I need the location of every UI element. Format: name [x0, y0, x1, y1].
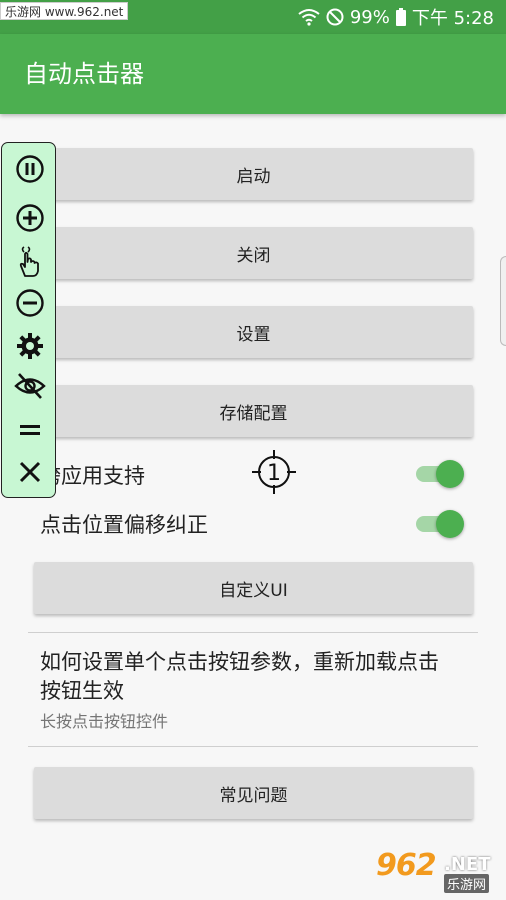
eye-off-icon[interactable]	[13, 369, 47, 403]
divider	[28, 632, 478, 633]
tap-hand-icon[interactable]	[13, 245, 47, 279]
crosshair-number: 1	[267, 461, 281, 486]
offset-fix-switch[interactable]	[416, 508, 464, 540]
status-icons: 99% 下午 5:28	[298, 0, 494, 34]
floating-toolbar	[1, 142, 56, 498]
battery-percent: 99%	[349, 6, 390, 28]
custom-ui-button[interactable]: 自定义UI	[34, 562, 473, 614]
wifi-icon	[298, 8, 320, 26]
click-target-crosshair[interactable]: 1	[252, 450, 296, 494]
switch-thumb	[436, 510, 464, 538]
divider	[28, 746, 478, 747]
save-config-button[interactable]: 存储配置	[34, 385, 473, 437]
equals-icon[interactable]	[13, 413, 47, 447]
edge-panel-handle[interactable]	[500, 256, 506, 346]
gear-icon[interactable]	[13, 329, 47, 363]
help-subtitle: 长按点击按钮控件	[40, 712, 169, 731]
faq-button[interactable]: 常见问题	[34, 767, 473, 819]
close-button[interactable]: 关闭	[34, 227, 473, 279]
app-title: 自动点击器	[24, 60, 144, 88]
status-bar: 乐游网 www.962.net 99% 下午 5:28	[0, 0, 506, 34]
watermark-net: .NET	[444, 854, 491, 875]
do-not-disturb-icon	[326, 8, 344, 26]
watermark-number: 962	[376, 848, 437, 883]
battery-icon	[395, 8, 406, 26]
offset-fix-label: 点击位置偏移纠正	[40, 513, 208, 537]
settings-button[interactable]: 设置	[34, 306, 473, 358]
help-title[interactable]: 如何设置单个点击按钮参数，重新加载点击按钮生效	[40, 648, 440, 706]
plus-icon[interactable]	[13, 201, 47, 235]
watermark-cn: 乐游网	[444, 874, 490, 893]
pause-icon[interactable]	[13, 152, 47, 186]
cross-app-switch[interactable]	[416, 458, 464, 490]
clock: 下午 5:28	[411, 8, 494, 29]
app-bar: 自动点击器	[0, 34, 506, 114]
start-button[interactable]: 启动	[34, 148, 473, 200]
watermark-logo: 962 .NET 乐游网	[372, 848, 500, 894]
close-icon[interactable]	[13, 455, 47, 489]
minus-icon[interactable]	[13, 286, 47, 320]
watermark-top: 乐游网 www.962.net	[0, 2, 129, 20]
switch-thumb	[436, 460, 464, 488]
